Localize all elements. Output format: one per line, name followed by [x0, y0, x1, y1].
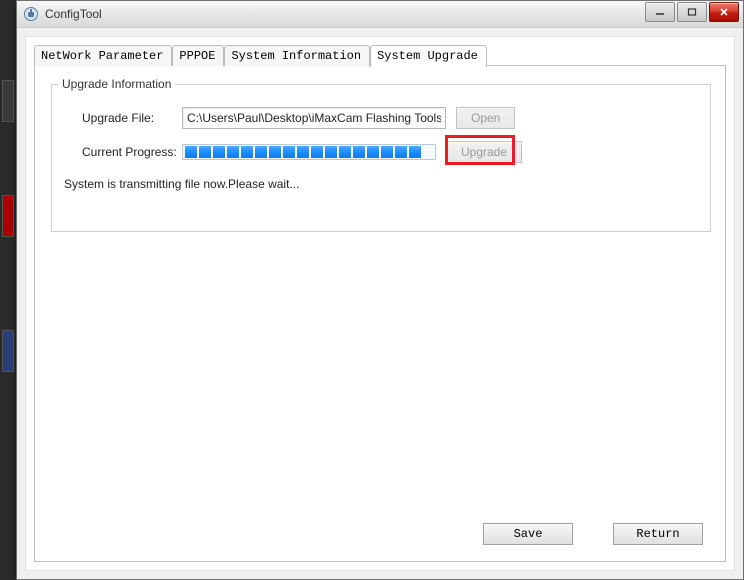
progress-segment	[297, 146, 309, 158]
status-text: System is transmitting file now.Please w…	[64, 177, 299, 191]
open-button[interactable]: Open	[456, 107, 515, 129]
app-icon	[23, 6, 39, 22]
progress-segment	[241, 146, 253, 158]
config-tool-window: ConfigTool NetWork Parameter PPPOE Syste…	[16, 0, 744, 580]
progress-segment	[367, 146, 379, 158]
upgrade-file-label: Upgrade File:	[82, 111, 182, 125]
tab-page-system-upgrade: Upgrade Information Upgrade File: Open C…	[34, 65, 726, 562]
return-button[interactable]: Return	[613, 523, 703, 545]
desktop-background	[0, 0, 16, 580]
progress-segment	[255, 146, 267, 158]
tab-system-information[interactable]: System Information	[224, 45, 370, 66]
maximize-button[interactable]	[677, 2, 707, 22]
progress-segment	[283, 146, 295, 158]
save-button[interactable]: Save	[483, 523, 573, 545]
progress-segment	[325, 146, 337, 158]
progress-bar	[182, 144, 436, 160]
tab-system-upgrade[interactable]: System Upgrade	[370, 45, 487, 67]
upgrade-highlight	[445, 135, 515, 165]
upgrade-information-group: Upgrade Information Upgrade File: Open C…	[51, 84, 711, 232]
tab-strip: NetWork Parameter PPPOE System Informati…	[34, 45, 487, 66]
progress-segment	[199, 146, 211, 158]
current-progress-label: Current Progress:	[82, 145, 182, 159]
progress-segment	[381, 146, 393, 158]
title-bar[interactable]: ConfigTool	[17, 1, 743, 28]
progress-segment	[395, 146, 407, 158]
progress-segment	[311, 146, 323, 158]
progress-segment	[213, 146, 225, 158]
minimize-button[interactable]	[645, 2, 675, 22]
bottom-button-bar: Save Return	[483, 523, 703, 545]
close-button[interactable]	[709, 2, 739, 22]
progress-segment	[269, 146, 281, 158]
progress-segment	[409, 146, 421, 158]
progress-segment	[227, 146, 239, 158]
tab-network-parameter[interactable]: NetWork Parameter	[34, 45, 172, 66]
group-legend: Upgrade Information	[58, 77, 175, 91]
tab-pppoe[interactable]: PPPOE	[172, 45, 224, 66]
window-title: ConfigTool	[45, 7, 102, 21]
client-area: NetWork Parameter PPPOE System Informati…	[25, 36, 735, 571]
progress-segment	[185, 146, 197, 158]
upgrade-file-input[interactable]	[182, 107, 446, 129]
progress-segment	[353, 146, 365, 158]
progress-segment	[339, 146, 351, 158]
